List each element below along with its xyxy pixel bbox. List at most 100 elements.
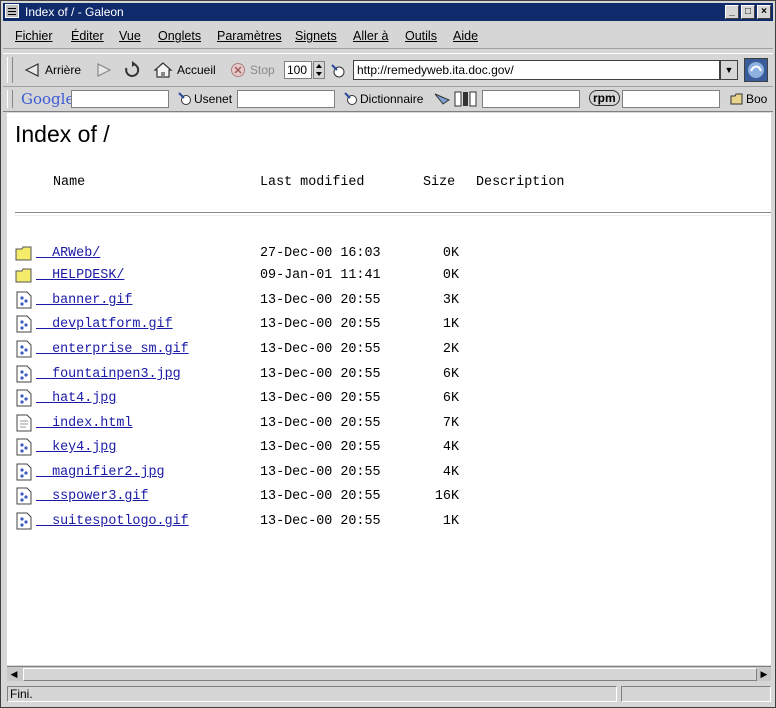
url-history-dropdown[interactable]: ▼: [720, 60, 738, 80]
file-link[interactable]: suitespotlogo.gif: [36, 514, 189, 529]
back-label: Arrière: [45, 63, 82, 77]
browser-window: Index of / - Galeon _ □ × Fichier Éditer…: [0, 0, 776, 708]
menu-vue[interactable]: Vue: [119, 29, 141, 43]
file-size: 6K: [442, 367, 459, 382]
file-link[interactable]: sspower3.gif: [36, 489, 148, 504]
forward-button[interactable]: [95, 60, 113, 80]
back-button[interactable]: Arrière: [23, 60, 81, 80]
google-search-input[interactable]: [71, 90, 169, 108]
file-modified: 13-Dec-00 20:55: [260, 416, 381, 431]
galeon-logo-icon: [748, 62, 764, 78]
menu-onglets[interactable]: Onglets: [158, 29, 201, 43]
column-size: Size: [423, 175, 456, 190]
file-size: 7K: [442, 416, 459, 431]
file-link[interactable]: magnifier2.jpg: [36, 465, 165, 480]
file-size: 4K: [442, 465, 459, 480]
text-file-icon: [16, 414, 32, 432]
menu-aller-a[interactable]: Aller à: [353, 29, 388, 43]
file-size: 0K: [442, 246, 459, 261]
file-link[interactable]: enterprise_sm.gif: [36, 342, 189, 357]
forward-arrow-icon: [97, 63, 112, 77]
file-size: 0K: [442, 268, 459, 283]
throbber-icon[interactable]: [744, 58, 768, 82]
menu-signets[interactable]: Signets: [295, 29, 337, 43]
file-size: 1K: [442, 317, 459, 332]
google-label[interactable]: Google: [21, 90, 74, 108]
spinner-arrows-icon: [316, 64, 322, 76]
file-size: 1K: [442, 514, 459, 529]
image-file-icon: [16, 389, 32, 407]
back-arrow-icon: [24, 63, 39, 77]
window-menu-icon[interactable]: [5, 4, 19, 18]
site-favicon-icon: [331, 64, 345, 78]
toolbar-grip[interactable]: [7, 57, 13, 83]
image-file-icon: [16, 340, 32, 358]
image-file-icon: [16, 512, 32, 530]
file-link[interactable]: index.html: [36, 416, 132, 431]
image-file-icon: [16, 487, 32, 505]
scroll-right-icon[interactable]: ▶: [757, 667, 771, 681]
file-size: 2K: [442, 342, 459, 357]
menu-parametres[interactable]: Paramètres: [217, 29, 282, 43]
url-input[interactable]: http://remedyweb.ita.doc.gov/: [353, 60, 720, 80]
status-bar: Fini.: [3, 684, 773, 704]
menu-outils[interactable]: Outils: [405, 29, 437, 43]
file-modified: 13-Dec-00 20:55: [260, 514, 381, 529]
bookmarks-folder-label[interactable]: Boo: [746, 92, 767, 106]
menu-aide[interactable]: Aide: [453, 29, 478, 43]
navigation-toolbar: Arrière Accueil Stop 100 http://remedywe…: [3, 53, 773, 87]
maximize-button[interactable]: □: [741, 5, 755, 19]
file-link[interactable]: devplatform.gif: [36, 317, 173, 332]
file-size: 3K: [442, 293, 459, 308]
dictionary-label[interactable]: Dictionnaire: [360, 92, 423, 106]
menu-bar: Fichier Éditer Vue Onglets Paramètres Si…: [3, 24, 773, 49]
image-file-icon: [16, 438, 32, 456]
file-link[interactable]: hat4.jpg: [36, 391, 116, 406]
file-modified: 13-Dec-00 20:55: [260, 342, 381, 357]
file-link[interactable]: fountainpen3.jpg: [36, 367, 181, 382]
folder-icon: [15, 268, 32, 283]
scroll-left-icon[interactable]: ◀: [7, 667, 21, 681]
file-modified: 13-Dec-00 20:55: [260, 465, 381, 480]
file-link[interactable]: HELPDESK/: [36, 268, 124, 283]
horizontal-scrollbar[interactable]: ◀ ▶: [7, 666, 771, 681]
close-button[interactable]: ×: [757, 5, 771, 19]
file-link[interactable]: ARWeb/: [36, 246, 100, 261]
file-modified: 13-Dec-00 20:55: [260, 489, 381, 504]
rpm-search-input[interactable]: [622, 90, 720, 108]
page-viewport: Index of / Name Last modified Size Descr…: [7, 113, 771, 665]
scroll-thumb[interactable]: [23, 668, 757, 681]
image-file-icon: [16, 463, 32, 481]
home-button[interactable]: Accueil: [153, 60, 216, 80]
file-modified: 13-Dec-00 20:55: [260, 367, 381, 382]
reload-button[interactable]: [123, 60, 141, 80]
image-file-icon: [16, 291, 32, 309]
file-link[interactable]: key4.jpg: [36, 440, 116, 455]
file-modified: 09-Jan-01 11:41: [260, 268, 381, 283]
file-modified: 13-Dec-00 20:55: [260, 293, 381, 308]
home-label: Accueil: [177, 63, 216, 77]
image-file-icon: [16, 365, 32, 383]
bookmarks-grip[interactable]: [7, 90, 13, 108]
imdb-icon[interactable]: [433, 90, 479, 108]
stop-button[interactable]: Stop: [230, 60, 275, 80]
menu-fichier[interactable]: Fichier: [15, 29, 53, 43]
minimize-button[interactable]: _: [725, 5, 739, 19]
header-divider: [15, 212, 771, 216]
file-link[interactable]: banner.gif: [36, 293, 132, 308]
usenet-search-input[interactable]: [237, 90, 335, 108]
page-heading: Index of /: [15, 121, 110, 147]
usenet-search-icon: [178, 92, 191, 105]
progress-area: [621, 686, 771, 702]
stop-label: Stop: [250, 63, 275, 77]
file-modified: 27-Dec-00 16:03: [260, 246, 381, 261]
usenet-label[interactable]: Usenet: [194, 92, 232, 106]
zoom-spinner[interactable]: [313, 61, 325, 79]
folder-icon: [15, 246, 32, 261]
rpm-label[interactable]: rpm: [589, 90, 620, 106]
imdb-search-input[interactable]: [482, 90, 580, 108]
file-size: 6K: [442, 391, 459, 406]
menu-editer[interactable]: Éditer: [71, 29, 104, 43]
image-file-icon: [16, 315, 32, 333]
zoom-field[interactable]: 100: [284, 61, 312, 79]
